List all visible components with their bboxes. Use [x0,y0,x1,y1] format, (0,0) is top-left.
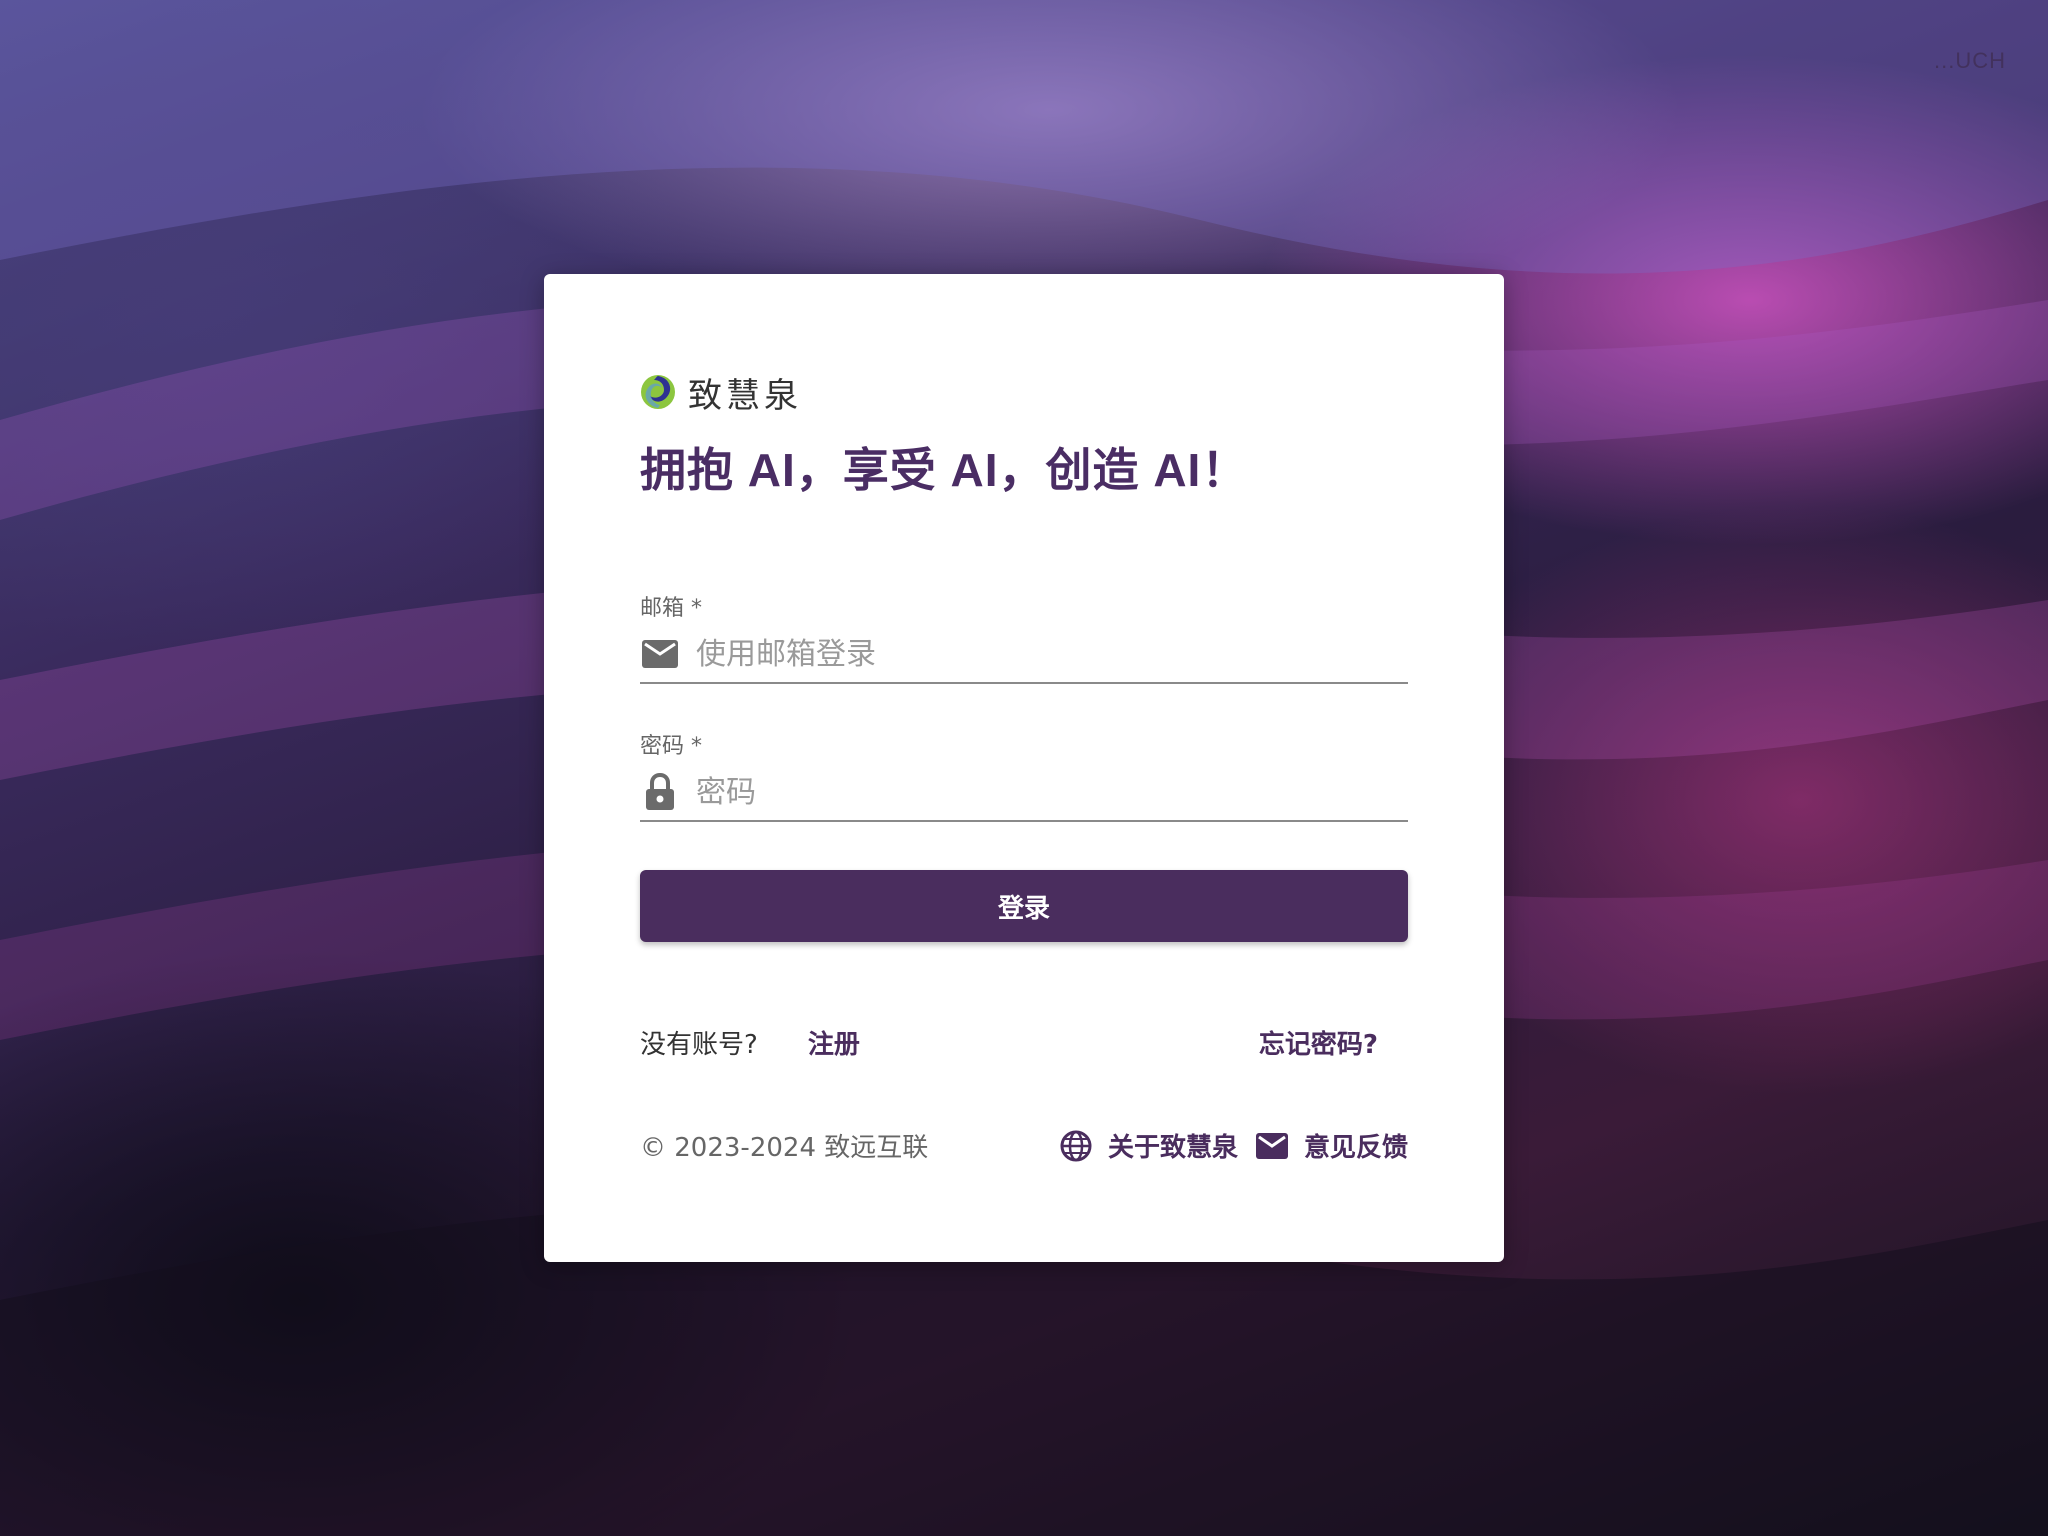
swirl-logo-icon [641,375,675,409]
copyright: © 2023-2024 致远互联 [640,1133,929,1163]
email-field: 邮箱 * [640,590,1408,684]
corner-text: ...UCH [1934,48,2006,73]
no-account-text: 没有账号? [640,1030,758,1060]
email-input[interactable] [696,636,1408,672]
password-label: 密码 * [640,734,702,759]
globe-icon [1060,1130,1092,1161]
email-input-row [640,626,1408,684]
register-link[interactable]: 注册 [808,1024,860,1061]
email-label: 邮箱 * [640,596,702,621]
brand: 致慧泉 [640,370,1408,416]
footer: © 2023-2024 致远互联 关于致慧泉 意见反馈 [640,1127,1408,1164]
feedback-link[interactable]: 意见反馈 [1255,1127,1408,1164]
forgot-password-link[interactable]: 忘记密码? [1259,1024,1378,1061]
mail-icon [1255,1132,1288,1159]
page-title: 拥抱 AI，享受 AI，创造 AI！ [640,444,1249,496]
register-prompt: 没有账号? 注册 [640,1024,860,1061]
password-input[interactable] [696,774,1408,810]
password-input-row [640,764,1408,822]
about-label: 关于致慧泉 [1107,1133,1238,1163]
feedback-label: 意见反馈 [1303,1133,1408,1163]
account-links: 没有账号? 注册 忘记密码? [640,1024,1408,1061]
lock-icon [640,772,680,812]
footer-links: 关于致慧泉 意见反馈 [1042,1127,1408,1164]
password-field: 密码 * [640,728,1408,822]
brand-name: 致慧泉 [688,375,802,416]
login-card: 致慧泉 拥抱 AI，享受 AI，创造 AI！ 邮箱 * 密码 * [544,274,1504,1262]
login-button[interactable]: 登录 [640,870,1408,942]
mail-icon [640,634,680,674]
about-link[interactable]: 关于致慧泉 [1060,1127,1238,1164]
